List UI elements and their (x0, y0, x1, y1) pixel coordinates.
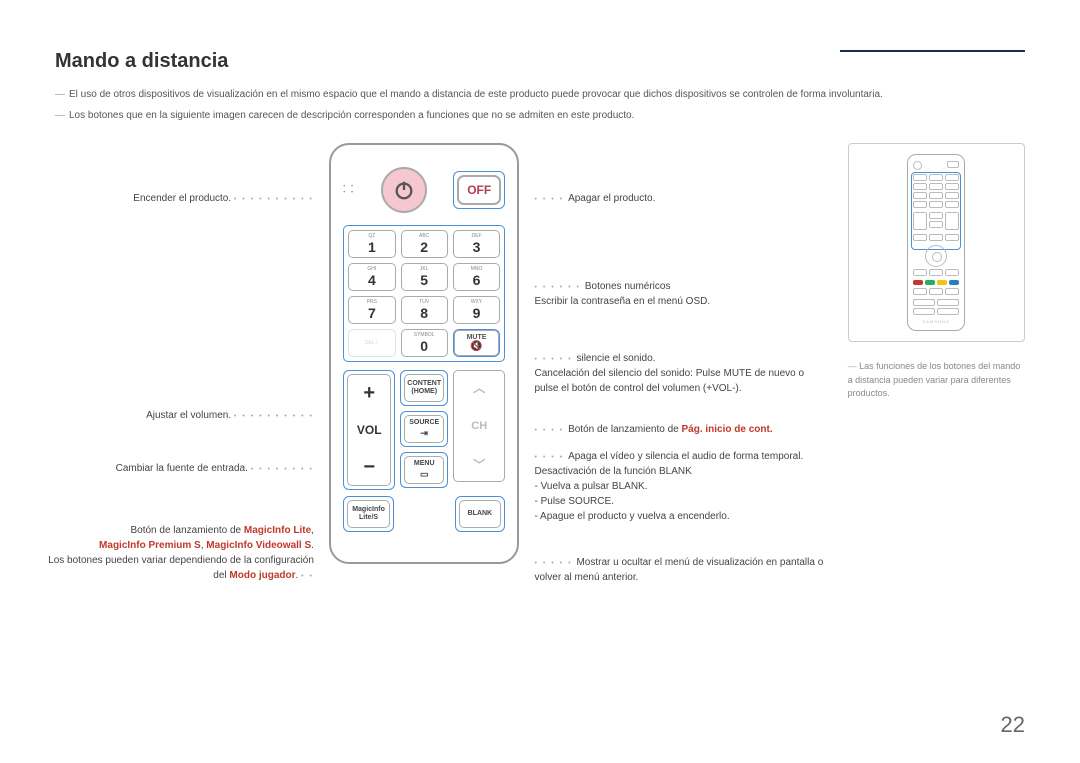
key-del: DEL /- (348, 329, 395, 357)
left-callouts: Encender el producto. • • • • • • • • • … (55, 143, 314, 564)
key-mute: MUTE 🔇 (454, 330, 499, 356)
key-6: MNO6 (453, 263, 500, 291)
key-0: SYMBOL0 (401, 329, 448, 357)
key-4: GHI4 (348, 263, 395, 291)
label-mute2: Cancelación del silencio del sonido: Pul… (534, 368, 804, 394)
label-mute1: silencie el sonido. (576, 353, 655, 364)
label-blank4: - Pulse SOURCE. (534, 496, 613, 507)
lead-dots: • • • • (534, 454, 568, 461)
key-7: PRS7 (348, 296, 395, 324)
numeric-keypad-highlight: QZ1 ABC2 DEF3 GHI4 JKL5 MNO6 PRS7 TUV8 W… (343, 225, 505, 362)
key-1: QZ1 (348, 230, 395, 258)
ir-sensor-icon: • •• • (343, 184, 355, 196)
label-menu: Mostrar u ocultar el menú de visualizaci… (534, 557, 823, 583)
note-2: Los botones que en la siguiente imagen c… (55, 108, 1025, 123)
source-button: SOURCE ⇥ (404, 415, 444, 443)
modo-jugador-link: Modo jugador (229, 570, 295, 581)
key-3: DEF3 (453, 230, 500, 258)
mini-brand: SAMSUNG (913, 319, 959, 324)
label-content-pre: Botón de lanzamiento de (568, 424, 681, 435)
lead-dots: • • • • • (534, 560, 576, 567)
key-9: WXY9 (453, 296, 500, 324)
chevron-up-icon: ︿ (473, 379, 485, 396)
lead-dots: • • • • (534, 427, 568, 434)
page-title: Mando a distancia (55, 50, 1025, 73)
vol-highlight: + VOL − (343, 370, 395, 490)
lead-dots: • • (301, 573, 314, 580)
menu-icon: ▭ (420, 470, 429, 480)
magicinfo-lite-link: MagicInfo Lite (244, 525, 311, 536)
lead-dots: • • • • • • • • • • (234, 413, 314, 420)
key-5: JKL5 (401, 263, 448, 291)
lead-dots: • • • • • • (534, 284, 584, 291)
remote-body: • •• • OFF QZ1 ABC2 DEF3 GHI4 JKL5 (329, 143, 519, 564)
lead-dots: • • • • • • • • • • (234, 196, 314, 203)
side-column: SAMSUNG ― Las funciones de los botones d… (848, 143, 1025, 564)
label-blank3: - Vuelva a pulsar BLANK. (534, 481, 647, 492)
vol-minus-icon: − (363, 457, 375, 477)
blank-button: BLANK (459, 500, 502, 528)
page-number: 22 (1001, 712, 1025, 738)
label-blank2: Desactivación de la función BLANK (534, 466, 691, 477)
label-source: Cambiar la fuente de entrada. (116, 463, 248, 474)
magicinfo-button: MagicInfoLite/S (347, 500, 390, 528)
menu-highlight: MENU ▭ (400, 452, 448, 488)
power-icon (393, 179, 415, 201)
right-callouts: • • • • Apagar el producto. • • • • • • … (534, 143, 812, 564)
vol-label: VOL (357, 423, 382, 437)
lead-dots: • • • • (534, 196, 568, 203)
remote-diagram: • •• • OFF QZ1 ABC2 DEF3 GHI4 JKL5 (314, 143, 535, 564)
lead-dots: • • • • • (534, 356, 576, 363)
label-numeric2: Escribir la contraseña en el menú OSD. (534, 296, 710, 307)
key-2: ABC2 (401, 230, 448, 258)
label-numeric1: Botones numéricos (585, 281, 671, 292)
remote-thumbnail-box: SAMSUNG (848, 143, 1025, 342)
channel-rocker: ︿ CH ﹀ (453, 370, 505, 482)
mute-highlight: MUTE 🔇 (453, 329, 500, 357)
note-1: El uso de otros dispositivos de visualiz… (55, 87, 1025, 102)
label-power-on: Encender el producto. (133, 193, 231, 204)
menu-button: MENU ▭ (404, 456, 444, 484)
mini-remote: SAMSUNG (907, 154, 965, 331)
off-button: OFF (457, 175, 501, 205)
content-highlight: CONTENT(HOME) (400, 370, 448, 406)
content-home-button: CONTENT(HOME) (404, 374, 444, 402)
content-home-link: Pág. inicio de cont. (682, 424, 773, 435)
magicinfo-highlight: MagicInfoLite/S (343, 496, 394, 532)
label-magic-pre: Botón de lanzamiento de (130, 525, 243, 536)
side-note: ― Las funciones de los botones del mando… (848, 360, 1025, 401)
ch-label: CH (471, 420, 487, 432)
lead-dots: • • • • • • • • (251, 466, 314, 473)
magicinfo-premium-link: MagicInfo Premium S (99, 540, 201, 551)
source-highlight: SOURCE ⇥ (400, 411, 448, 447)
source-icon: ⇥ (420, 429, 428, 439)
power-button (381, 167, 427, 213)
off-button-highlight: OFF (453, 171, 505, 209)
vol-plus-icon: + (363, 383, 375, 403)
magicinfo-videowall-link: MagicInfo Videowall S (206, 540, 311, 551)
label-blank5: - Apague el producto y vuelva a encender… (534, 511, 729, 522)
top-rule (840, 50, 1025, 52)
mute-icon: 🔇 (470, 341, 482, 352)
volume-rocker: + VOL − (347, 374, 391, 486)
chevron-down-icon: ﹀ (473, 456, 485, 473)
label-power-off: Apagar el producto. (568, 193, 655, 204)
label-volume: Ajustar el volumen. (146, 410, 231, 421)
key-8: TUV8 (401, 296, 448, 324)
blank-highlight: BLANK (455, 496, 506, 532)
label-blank1: Apaga el vídeo y silencia el audio de fo… (568, 451, 803, 462)
mini-dpad-icon (925, 245, 947, 267)
